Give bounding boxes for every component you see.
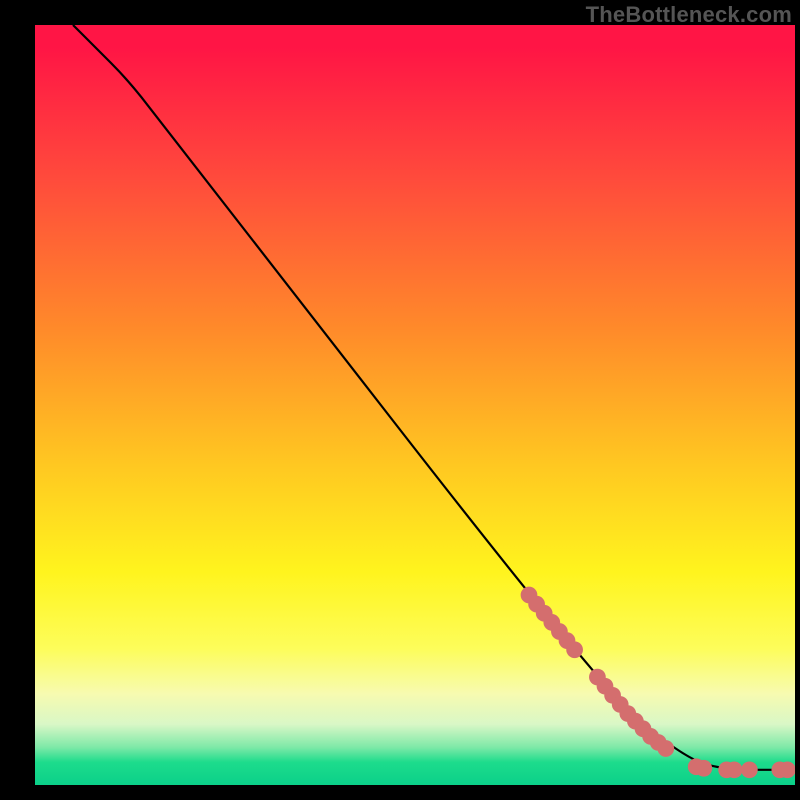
bottleneck-curve: [73, 25, 795, 770]
data-marker: [695, 760, 712, 777]
data-marker: [566, 641, 583, 658]
plot-area: [35, 25, 795, 785]
watermark-text: TheBottleneck.com: [586, 2, 792, 28]
data-marker: [741, 761, 758, 778]
marker-group: [521, 587, 795, 779]
data-marker: [726, 761, 743, 778]
curve-layer: [35, 25, 795, 785]
chart-frame: TheBottleneck.com: [0, 0, 800, 800]
data-marker: [657, 740, 674, 757]
data-marker: [779, 761, 795, 778]
